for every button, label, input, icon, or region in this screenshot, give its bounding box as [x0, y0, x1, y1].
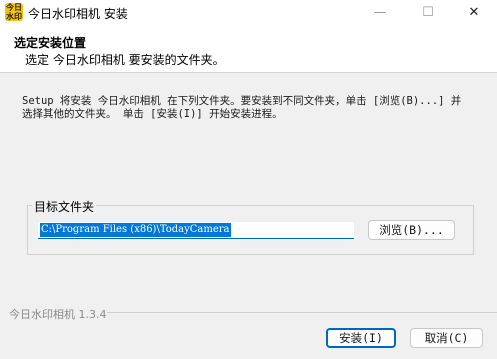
browse-button[interactable]: 浏览(B)...: [368, 220, 455, 240]
app-icon: 今日 水印: [5, 3, 23, 21]
install-button[interactable]: 安装(I): [326, 328, 396, 348]
minimize-button[interactable]: —: [357, 0, 403, 26]
header-panel: 选定安装位置 选定 今日水印相机 要安装的文件夹。: [0, 26, 497, 73]
window-title: 今日水印相机 安装: [28, 7, 128, 21]
title-bar: 今日 水印 今日水印相机 安装 — ☐ ✕: [0, 0, 497, 26]
close-button[interactable]: ✕: [451, 0, 497, 26]
cancel-button[interactable]: 取消(C): [410, 328, 483, 348]
page-subtitle: 选定 今日水印相机 要安装的文件夹。: [25, 53, 225, 67]
footer-divider: [107, 312, 497, 313]
version-label: 今日水印相机 1.3.4: [9, 308, 107, 321]
destination-folder-label: 目标文件夹: [32, 198, 97, 215]
page-title: 选定安装位置: [14, 36, 87, 50]
instructions-text: Setup 将安装 今日水印相机 在下列文件夹。要安装到不同文件夹，单击 [浏览…: [22, 95, 462, 120]
destination-path-input[interactable]: C:\Program Files (x86)\TodayCamera: [38, 222, 354, 239]
destination-path-value: C:\Program Files (x86)\TodayCamera: [40, 223, 231, 237]
maximize-button[interactable]: ☐: [405, 0, 451, 26]
